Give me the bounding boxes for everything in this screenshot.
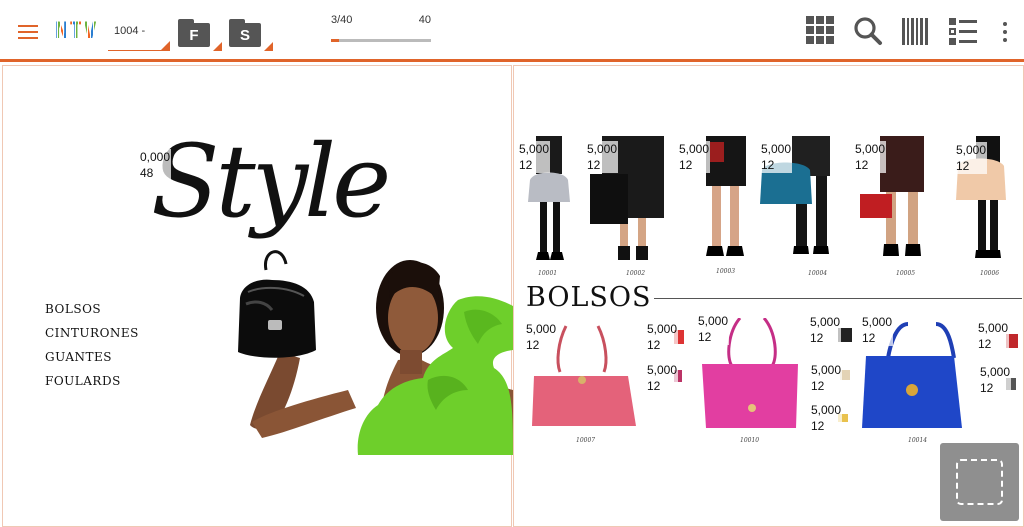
select-area-button[interactable] bbox=[940, 443, 1019, 521]
price-tag[interactable]: 5,000 12 bbox=[861, 314, 894, 346]
price-tag[interactable]: 5,000 12 bbox=[810, 402, 843, 434]
bags-photo bbox=[532, 318, 1018, 428]
product-code: 10014 bbox=[908, 437, 928, 444]
price-tag[interactable]: 5,000 12 bbox=[854, 141, 887, 173]
price-value: 5,000 bbox=[956, 143, 987, 157]
price-tag[interactable]: 5,000 12 bbox=[586, 141, 619, 173]
price-value: 5,000 bbox=[647, 363, 678, 377]
product-code: 10007 bbox=[576, 437, 596, 444]
product-code: 10004 bbox=[808, 270, 828, 277]
price-qty: 12 bbox=[647, 338, 661, 352]
page-title: Style bbox=[151, 123, 391, 240]
product-code: 10001 bbox=[538, 270, 558, 277]
model-photo bbox=[238, 250, 513, 455]
price-value: 5,000 bbox=[761, 142, 792, 156]
page-slider-track[interactable] bbox=[331, 39, 431, 42]
grid-icon[interactable] bbox=[806, 16, 836, 46]
catalog-page-left[interactable]: Style 0,000 48 BOLSOS CINTURONES GUANTES… bbox=[2, 65, 513, 527]
price-qty: 12 bbox=[980, 381, 994, 395]
section-heading: BOLSOS bbox=[526, 282, 652, 313]
dropdown-corner-icon bbox=[161, 41, 170, 50]
select-area-icon bbox=[956, 459, 1003, 505]
price-value: 5,000 bbox=[810, 315, 841, 329]
price-value: 5,000 bbox=[811, 403, 842, 417]
dropdown-corner-icon bbox=[264, 42, 273, 51]
price-qty: 12 bbox=[855, 158, 869, 172]
folder-f-button[interactable]: F bbox=[178, 17, 222, 51]
barcode-icon[interactable] bbox=[900, 16, 930, 46]
top-toolbar: NTV 1004 - F S 3/40 40 bbox=[0, 0, 1024, 62]
price-qty: 12 bbox=[978, 337, 992, 351]
price-qty: 12 bbox=[811, 379, 825, 393]
search-icon[interactable] bbox=[853, 16, 883, 46]
price-qty: 12 bbox=[519, 158, 533, 172]
product-code: 10003 bbox=[716, 268, 736, 275]
catalog-selector-value: 1004 - bbox=[114, 25, 146, 37]
price-tag[interactable]: 5,000 12 bbox=[678, 141, 711, 173]
price-qty: 12 bbox=[698, 330, 712, 344]
category-menu: BOLSOS CINTURONES GUANTES FOULARDS bbox=[45, 297, 139, 393]
page-current: 3/40 bbox=[331, 14, 353, 26]
price-qty: 12 bbox=[956, 159, 970, 173]
price-tag[interactable]: 5,000 12 bbox=[977, 320, 1010, 352]
price-tag[interactable]: 5,000 12 bbox=[809, 314, 842, 346]
price-tag[interactable]: 5,000 12 bbox=[979, 364, 1012, 396]
price-tag[interactable]: 5,000 12 bbox=[697, 313, 730, 345]
price-value: 5,000 bbox=[862, 315, 893, 329]
price-tag[interactable]: 5,000 12 bbox=[760, 141, 793, 173]
page-slider-fill bbox=[331, 39, 339, 42]
price-qty: 12 bbox=[862, 331, 876, 345]
price-value: 0,000 bbox=[140, 150, 171, 164]
product-code: 10005 bbox=[896, 270, 916, 277]
price-tag[interactable]: 5,000 12 bbox=[518, 141, 551, 173]
price-value: 5,000 bbox=[519, 142, 550, 156]
catalog-selector[interactable]: 1004 - bbox=[108, 17, 170, 51]
app-logo: NTV bbox=[55, 19, 105, 44]
folder-s-icon: S bbox=[229, 23, 261, 47]
price-tag[interactable]: 5,000 12 bbox=[646, 362, 679, 394]
price-value: 5,000 bbox=[647, 322, 678, 336]
list-icon[interactable] bbox=[948, 16, 978, 46]
price-tag[interactable]: 5,000 12 bbox=[810, 362, 843, 394]
price-value: 5,000 bbox=[855, 142, 886, 156]
price-value: 5,000 bbox=[587, 142, 618, 156]
category-guantes[interactable]: GUANTES bbox=[45, 345, 139, 369]
catalog-viewer: NTV 1004 - F S 3/40 40 Style 0,000 48 BO… bbox=[0, 0, 1024, 527]
price-qty: 12 bbox=[647, 379, 661, 393]
category-bolsos[interactable]: BOLSOS bbox=[45, 297, 139, 321]
price-qty: 12 bbox=[679, 158, 693, 172]
price-value: 5,000 bbox=[980, 365, 1011, 379]
category-cinturones[interactable]: CINTURONES bbox=[45, 321, 139, 345]
price-value: 5,000 bbox=[698, 314, 729, 328]
dropdown-corner-icon bbox=[213, 42, 222, 51]
price-tag[interactable]: 5,000 12 bbox=[525, 321, 558, 353]
price-qty: 12 bbox=[761, 158, 775, 172]
product-code: 10002 bbox=[626, 270, 646, 277]
folder-s-button[interactable]: S bbox=[229, 17, 273, 51]
section-divider bbox=[654, 298, 1022, 299]
price-value: 5,000 bbox=[526, 322, 557, 336]
price-qty: 12 bbox=[811, 419, 825, 433]
category-foulards[interactable]: FOULARDS bbox=[45, 369, 139, 393]
price-qty: 12 bbox=[810, 331, 824, 345]
page-progress[interactable]: 3/40 40 bbox=[331, 14, 431, 44]
menu-icon[interactable] bbox=[18, 25, 38, 39]
price-qty: 48 bbox=[140, 166, 154, 180]
price-value: 5,000 bbox=[679, 142, 710, 156]
price-qty: 12 bbox=[526, 338, 540, 352]
product-code: 10010 bbox=[740, 437, 760, 444]
folder-f-icon: F bbox=[178, 23, 210, 47]
price-tag[interactable]: 0,000 48 bbox=[139, 149, 172, 181]
price-tag[interactable]: 5,000 12 bbox=[955, 142, 988, 174]
page-total: 40 bbox=[418, 14, 431, 26]
more-vert-icon[interactable] bbox=[1000, 22, 1010, 42]
price-value: 5,000 bbox=[978, 321, 1009, 335]
price-value: 5,000 bbox=[811, 363, 842, 377]
price-qty: 12 bbox=[587, 158, 601, 172]
product-code: 10006 bbox=[980, 270, 1000, 277]
price-tag[interactable]: 5,000 12 bbox=[646, 321, 679, 353]
